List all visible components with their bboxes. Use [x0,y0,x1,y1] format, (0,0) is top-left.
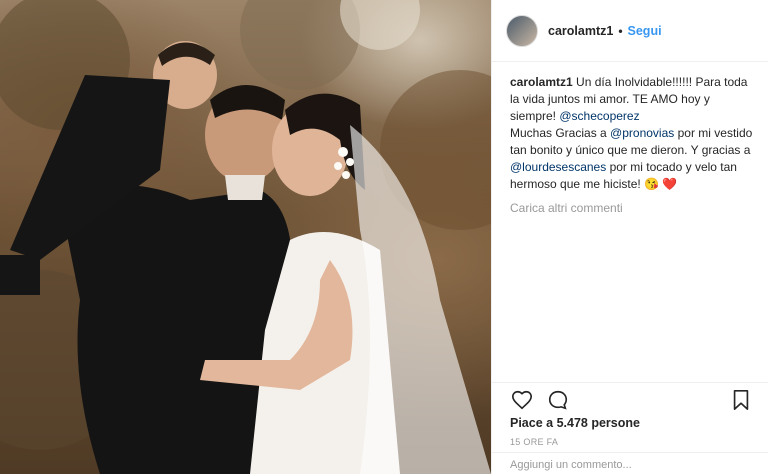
mention-link-schecoperez[interactable]: @schecoperez [559,109,639,123]
post-header: carolamtz1 • Segui [492,0,768,62]
bookmark-icon[interactable] [729,388,753,412]
post-sidebar: carolamtz1 • Segui carolamtz1 Un día Ino… [491,0,768,474]
mention-link-pronovias[interactable]: @pronovias [610,126,674,140]
username-link[interactable]: carolamtz1 [548,24,613,38]
load-more-comments-link[interactable]: Carica altri commenti [492,193,768,223]
post-caption: carolamtz1 Un día Inolvidable!!!!!! Para… [492,62,768,193]
post-photo[interactable] [0,0,491,474]
avatar[interactable] [506,14,538,47]
instagram-post: carolamtz1 • Segui carolamtz1 Un día Ino… [0,0,768,474]
wedding-photo-illustration [0,0,491,474]
mention-link-lourdesescanes[interactable]: @lourdesescanes [510,160,606,174]
likes-count[interactable]: Piace a 5.478 persone [510,416,640,430]
post-timestamp[interactable]: 15 ORE FA [510,437,558,447]
follow-button[interactable]: Segui [628,24,662,38]
caption-text-2: Muchas Gracias a [510,126,611,140]
comment-input[interactable]: Aggiungi un commento... [492,452,768,474]
heart-icon[interactable] [510,388,534,412]
comment-icon[interactable] [546,388,570,412]
caption-author[interactable]: carolamtz1 [510,75,573,89]
action-bar [492,382,768,416]
separator-dot: • [618,23,623,38]
